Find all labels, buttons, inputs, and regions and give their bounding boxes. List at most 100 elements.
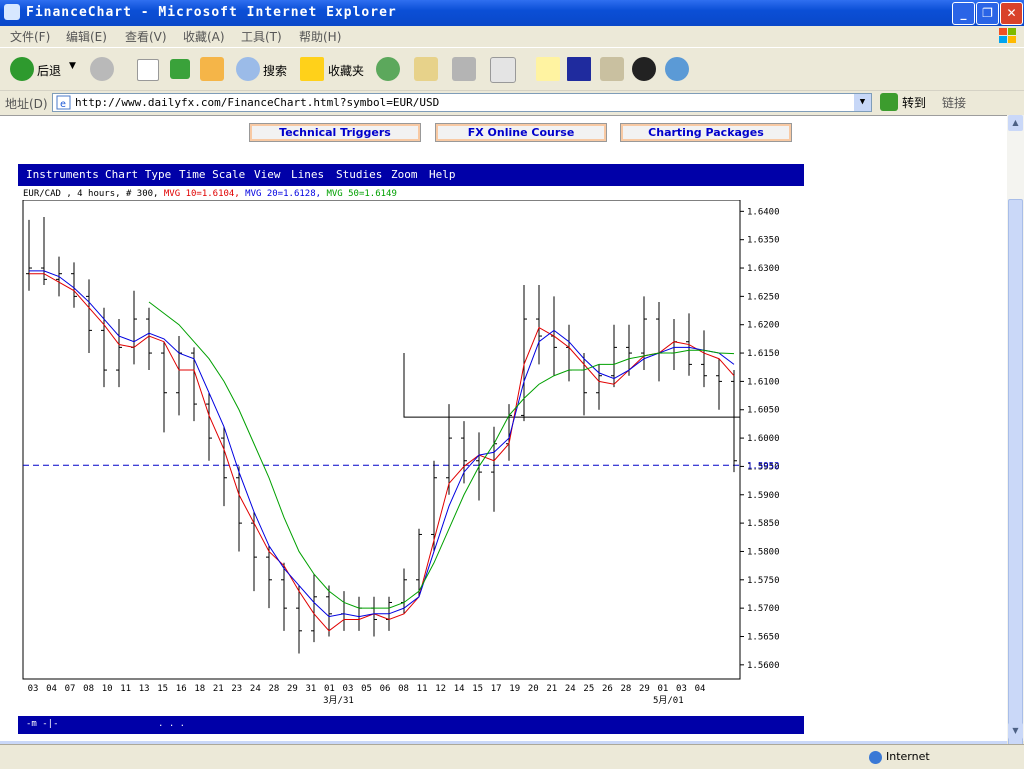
x-tick-label: 20: [528, 684, 539, 694]
stop-icon[interactable]: [137, 59, 159, 81]
search-icon[interactable]: [236, 57, 260, 81]
chart-menu-bar: Instruments Chart Type Time Scale View L…: [18, 164, 804, 186]
x-tick-label: 21: [213, 684, 224, 694]
x-tick-label: 11: [417, 684, 428, 694]
x-tick-label: 01: [324, 684, 335, 694]
menu-edit[interactable]: 编辑(E): [66, 28, 107, 45]
history-icon[interactable]: [376, 57, 400, 81]
address-url: http://www.dailyfx.com/FinanceChart.html…: [75, 96, 440, 109]
menu-help[interactable]: 帮助(H): [299, 28, 341, 45]
x-tick-label: 10: [102, 684, 113, 694]
messenger-icon[interactable]: [665, 57, 689, 81]
y-tick-label: 1.5800: [747, 547, 780, 557]
menu-file[interactable]: 文件(F): [10, 28, 50, 45]
price-chart[interactable]: 1.6400 1.6350 1.6300 1.6250 1.6200 1.6150 1.61…: [18, 200, 804, 714]
x-tick-label: 11: [120, 684, 131, 694]
search-button[interactable]: 搜索: [263, 62, 287, 79]
x-tick-label: 26: [602, 684, 613, 694]
minimize-button[interactable]: _: [952, 2, 975, 25]
chart-menu-chart-type[interactable]: Chart Type: [105, 168, 171, 181]
page-content: Technical Triggers FX Online Course Char…: [0, 115, 1007, 742]
menu-favorites[interactable]: 收藏(A): [183, 28, 225, 45]
y-tick-label: 1.5750: [747, 576, 780, 586]
y-tick-label: 1.6100: [747, 377, 780, 387]
favorites-button[interactable]: 收藏夹: [328, 62, 364, 79]
print-icon[interactable]: [452, 57, 476, 81]
go-arrow-icon[interactable]: [880, 93, 898, 111]
x-tick-label: 31: [305, 684, 316, 694]
vertical-scrollbar[interactable]: ▲ ▼: [1007, 115, 1024, 759]
scroll-up-arrow-icon[interactable]: ▲: [1008, 115, 1023, 131]
home-icon[interactable]: [200, 57, 224, 81]
x-tick-label: 13: [139, 684, 150, 694]
y-tick-label: 1.6300: [747, 264, 780, 274]
menu-tools[interactable]: 工具(T): [241, 28, 282, 45]
x-tick-label: 21: [546, 684, 557, 694]
svg-text:e: e: [60, 99, 66, 110]
chart-menu-zoom[interactable]: Zoom: [391, 168, 418, 181]
ie-app-icon: [4, 4, 20, 20]
fx-online-course-button[interactable]: FX Online Course: [435, 123, 607, 142]
x-tick-label: 08: [398, 684, 409, 694]
chart-menu-instruments[interactable]: Instruments: [26, 168, 99, 181]
x-tick-label: 01: [658, 684, 669, 694]
qq-penguin-icon[interactable]: [632, 57, 656, 81]
legend-instrument: EUR/CAD , 4 hours, # 300,: [23, 189, 159, 199]
x-month-label: 5月/01: [653, 695, 684, 706]
x-tick-label: 18: [194, 684, 205, 694]
back-arrow-icon[interactable]: [10, 57, 34, 81]
edit-word-icon[interactable]: [490, 57, 516, 83]
address-input[interactable]: e http://www.dailyfx.com/FinanceChart.ht…: [52, 93, 872, 112]
go-button[interactable]: 转到: [902, 94, 926, 111]
chart-menu-studies[interactable]: Studies: [336, 168, 382, 181]
chart-menu-view[interactable]: View: [254, 168, 281, 181]
status-bar: Internet: [0, 744, 1024, 769]
x-tick-label: 16: [176, 684, 187, 694]
x-tick-label: 29: [639, 684, 650, 694]
scroll-down-arrow-icon[interactable]: ▼: [1008, 723, 1023, 739]
chart-footer-dots: . . .: [158, 719, 186, 729]
globe-icon: [869, 751, 882, 764]
chart-menu-help[interactable]: Help: [429, 168, 456, 181]
y-tick-label: 1.5650: [747, 632, 780, 642]
chart-app-icon[interactable]: [567, 57, 591, 81]
forward-arrow-icon[interactable]: [90, 57, 114, 81]
scroll-thumb[interactable]: [1008, 199, 1023, 759]
y-tick-label: 1.6200: [747, 321, 780, 331]
chart-menu-time-scale[interactable]: Time Scale: [179, 168, 245, 181]
x-tick-label: 15: [157, 684, 168, 694]
refresh-icon[interactable]: [170, 59, 190, 79]
x-tick-label: 17: [491, 684, 502, 694]
links-button[interactable]: 链接: [942, 94, 966, 111]
charting-packages-button[interactable]: Charting Packages: [620, 123, 792, 142]
close-button[interactable]: ✕: [1000, 2, 1023, 25]
chart-footer-tools-icon[interactable]: -m -|-: [26, 719, 59, 729]
maximize-button[interactable]: ❐: [976, 2, 999, 25]
menu-bar: 文件(F) 编辑(E) 查看(V) 收藏(A) 工具(T) 帮助(H): [0, 26, 1024, 46]
menu-view[interactable]: 查看(V): [125, 28, 167, 45]
favorites-star-icon[interactable]: [300, 57, 324, 81]
x-tick-label: 12: [435, 684, 446, 694]
address-label: 地址(D): [5, 97, 48, 111]
legend-mvg50: MVG 50=1.6149: [326, 189, 397, 199]
x-tick-label: 06: [380, 684, 391, 694]
y-tick-label: 1.5900: [747, 491, 780, 501]
back-button[interactable]: 后退: [37, 62, 61, 79]
y-tick-label: 1.6000: [747, 434, 780, 444]
chart-applet: Instruments Chart Type Time Scale View L…: [18, 164, 804, 734]
y-tick-label: 1.5600: [747, 661, 780, 671]
plot-area: [22, 200, 741, 680]
back-dropdown-icon[interactable]: ▼: [69, 61, 76, 71]
research-icon[interactable]: [600, 57, 624, 81]
chart-menu-lines[interactable]: Lines: [291, 168, 324, 181]
x-tick-label: 29: [287, 684, 298, 694]
security-zone: Internet: [886, 750, 930, 763]
note-icon[interactable]: [536, 57, 560, 81]
y-tick-label: 1.5850: [747, 519, 780, 529]
address-dropdown-icon[interactable]: ▼: [854, 94, 871, 111]
mail-icon[interactable]: [414, 57, 438, 81]
y-tick-label: 1.6250: [747, 292, 780, 302]
x-tick-label: 24: [250, 684, 261, 694]
technical-triggers-button[interactable]: Technical Triggers: [249, 123, 421, 142]
x-tick-label: 05: [361, 684, 372, 694]
